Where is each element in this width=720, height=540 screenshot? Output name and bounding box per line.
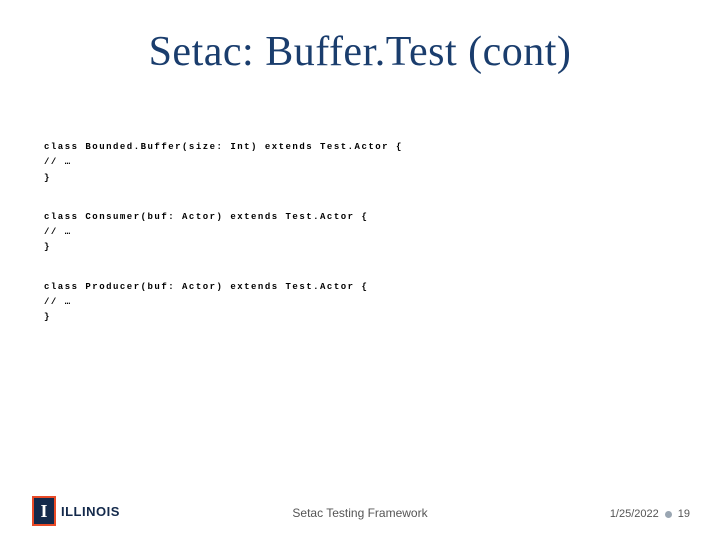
- code-line: }: [44, 240, 664, 255]
- code-line: // …: [44, 295, 664, 310]
- code-line: class Consumer(buf: Actor) extends Test.…: [44, 210, 664, 225]
- code-line: }: [44, 171, 664, 186]
- code-line: // …: [44, 225, 664, 240]
- footer-center-text: Setac Testing Framework: [292, 506, 427, 520]
- footer-right: 1/25/2022 19: [610, 508, 690, 520]
- footer-date: 1/25/2022: [610, 508, 659, 520]
- code-line: // …: [44, 155, 664, 170]
- code-block-bounded-buffer: class Bounded.Buffer(size: Int) extends …: [44, 140, 664, 186]
- code-line: }: [44, 310, 664, 325]
- code-block-producer: class Producer(buf: Actor) extends Test.…: [44, 280, 664, 326]
- code-line: class Bounded.Buffer(size: Int) extends …: [44, 140, 664, 155]
- illinois-block-i-icon: I: [32, 496, 56, 526]
- slide: Setac: Buffer.Test (cont) class Bounded.…: [0, 0, 720, 540]
- block-i-glyph: I: [40, 502, 47, 520]
- footer-page-number: 19: [678, 508, 690, 520]
- code-block-consumer: class Consumer(buf: Actor) extends Test.…: [44, 210, 664, 256]
- slide-title: Setac: Buffer.Test (cont): [0, 0, 720, 76]
- illinois-logo: I ILLINOIS: [32, 496, 120, 526]
- code-line: class Producer(buf: Actor) extends Test.…: [44, 280, 664, 295]
- logo-text: ILLINOIS: [61, 504, 120, 519]
- code-area: class Bounded.Buffer(size: Int) extends …: [44, 140, 664, 350]
- bullet-icon: [665, 511, 672, 518]
- footer: I ILLINOIS Setac Testing Framework 1/25/…: [0, 496, 720, 526]
